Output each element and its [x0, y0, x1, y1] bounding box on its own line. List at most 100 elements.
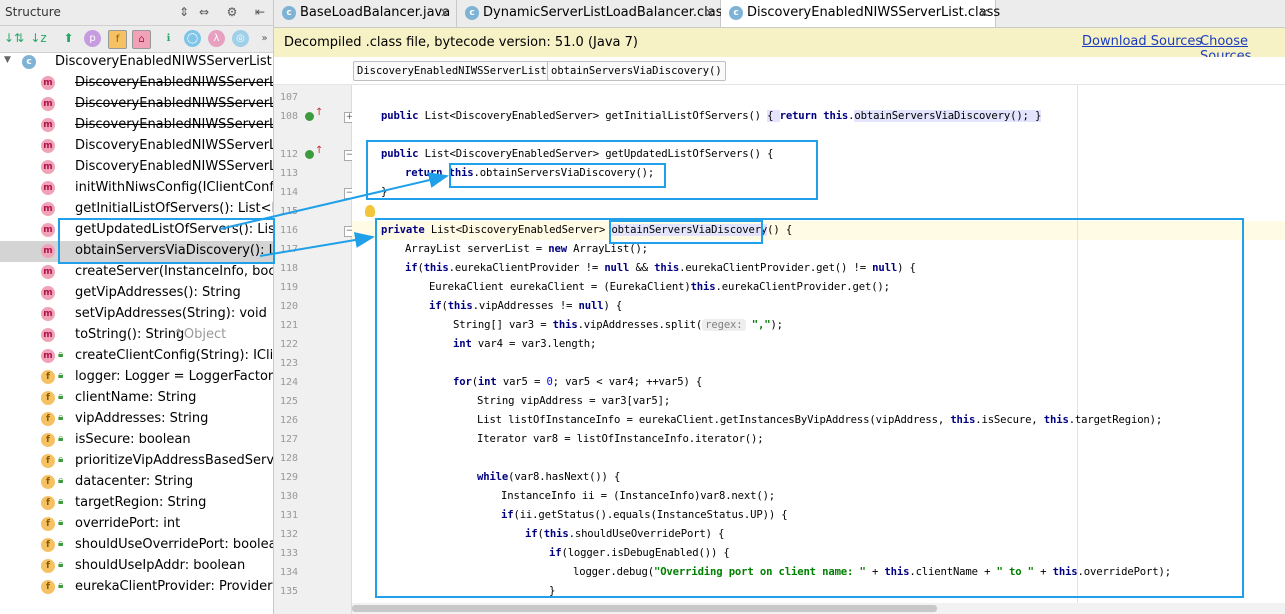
- tree-item[interactable]: m DiscoveryEnabledNIWSServerList(S: [0, 136, 273, 157]
- line-number: 127: [279, 434, 298, 445]
- line-number: 133: [279, 548, 298, 559]
- code-line-127: Iterator var8 = listOfInstanceInfo.itera…: [477, 433, 764, 445]
- collapse-all-icon[interactable]: ⇔: [196, 4, 212, 20]
- override-arrow-icon[interactable]: ↑: [315, 108, 323, 118]
- tree-item[interactable]: f 🔒︎ clientName: String: [0, 388, 273, 409]
- tree-item-label: getUpdatedListOfServers(): List<D: [75, 222, 273, 237]
- breadcrumb-method[interactable]: obtainServersViaDiscovery(): [547, 61, 726, 81]
- tree-item[interactable]: f 🔒︎ logger: Logger = LoggerFactory.g: [0, 367, 273, 388]
- tree-item-label: prioritizeVipAddressBasedServers: [75, 453, 273, 468]
- code-line-121: String[] var3 = this.vipAddresses.split(…: [453, 319, 783, 331]
- implements-marker-icon[interactable]: [305, 150, 314, 159]
- breadcrumb: DiscoveryEnabledNIWSServerList obtainSer…: [274, 57, 1285, 85]
- line-number: 132: [279, 529, 298, 540]
- tree-item-label: getInitialListOfServers(): List<Disco: [75, 201, 273, 216]
- visibility-icon: 🔒︎: [58, 475, 64, 486]
- tree-item[interactable]: m🔒︎ createClientConfig(String): IClientC: [0, 346, 273, 367]
- non-public-icon[interactable]: ⌂: [132, 30, 151, 49]
- right-margin-guide: [1077, 85, 1078, 614]
- close-icon[interactable]: ✕: [440, 6, 450, 20]
- tree-item[interactable]: m getVipAddresses(): String: [0, 283, 273, 304]
- method-icon: m: [41, 244, 55, 258]
- close-icon[interactable]: ✕: [705, 6, 715, 20]
- show-fields-icon[interactable]: f: [108, 30, 127, 49]
- line-number: 131: [279, 510, 298, 521]
- tree-item[interactable]: f 🔒︎ prioritizeVipAddressBasedServers: [0, 451, 273, 472]
- tree-item[interactable]: m obtainServersViaDiscovery(): List<: [0, 241, 273, 262]
- field-icon: f: [41, 391, 55, 405]
- sort-visibility-icon[interactable]: ↓⇅: [4, 30, 24, 47]
- breadcrumb-class[interactable]: DiscoveryEnabledNIWSServerList: [353, 61, 551, 81]
- sort-alpha-icon[interactable]: ↓z: [30, 30, 47, 47]
- tab-dynamic-server-list[interactable]: c DynamicServerListLoadBalancer.class ✕: [457, 0, 729, 27]
- field-icon: f: [41, 454, 55, 468]
- line-number: 115: [279, 206, 298, 217]
- close-icon[interactable]: ✕: [979, 6, 989, 20]
- method-icon: m: [41, 349, 55, 363]
- tree-item[interactable]: m DiscoveryEnabledNIWSServerList(: [0, 115, 273, 136]
- class-icon: c: [282, 6, 296, 20]
- implements-marker-icon[interactable]: [305, 112, 314, 121]
- lambdas-icon[interactable]: ◯: [184, 30, 201, 47]
- tree-item[interactable]: m getUpdatedListOfServers(): List<D: [0, 220, 273, 241]
- scrollbar-thumb[interactable]: [352, 605, 937, 612]
- tab-base-load-balancer[interactable]: c BaseLoadBalancer.java ✕: [274, 0, 457, 27]
- tree-item[interactable]: f 🔒︎ vipAddresses: String: [0, 409, 273, 430]
- hide-panel-icon[interactable]: ⇤: [252, 4, 268, 20]
- tree-root-label: DiscoveryEnabledNIWSServerList: [55, 54, 272, 69]
- structure-toolbar: ↓⇅ ↓z ⬆ p f ⌂ ℹ ◯ λ ◎ »: [0, 26, 273, 53]
- more-icon[interactable]: »: [256, 30, 273, 47]
- tree-expand-icon[interactable]: ▼: [4, 55, 11, 65]
- autoscroll-icon[interactable]: ◎: [232, 30, 249, 47]
- code-line-125: String vipAddress = var3[var5];: [477, 395, 671, 407]
- inherited-icon[interactable]: ⬆: [60, 30, 77, 47]
- tree-item[interactable]: m DiscoveryEnabledNIWSServerList(S: [0, 94, 273, 115]
- lambda-icon[interactable]: λ: [208, 30, 225, 47]
- properties-icon[interactable]: p: [84, 30, 101, 47]
- tree-item-label: logger: Logger = LoggerFactory.g: [75, 369, 273, 384]
- tree-item[interactable]: m setVipAddresses(String): void: [0, 304, 273, 325]
- tree-item[interactable]: m createServer(InstanceInfo, boolean: [0, 262, 273, 283]
- method-icon: m: [41, 118, 55, 132]
- expand-all-icon[interactable]: ⇕: [176, 4, 192, 20]
- tree-item-label: DiscoveryEnabledNIWSServerList(S: [75, 138, 273, 153]
- tree-item[interactable]: m getInitialListOfServers(): List<Disco: [0, 199, 273, 220]
- tree-item[interactable]: f 🔒︎ shouldUseOverridePort: boolean: [0, 535, 273, 556]
- tree-item[interactable]: m DiscoveryEnabledNIWSServerList(: [0, 73, 273, 94]
- line-number: 108: [279, 111, 298, 122]
- line-number: 124: [279, 377, 298, 388]
- lightbulb-icon[interactable]: [365, 205, 375, 217]
- field-icon: f: [41, 496, 55, 510]
- structure-title: Structure: [5, 5, 61, 19]
- tree-item-label: DiscoveryEnabledNIWSServerList(: [75, 75, 273, 90]
- tree-item[interactable]: m DiscoveryEnabledNIWSServerList(: [0, 157, 273, 178]
- code-editor[interactable]: public List<DiscoveryEnabledServer> getI…: [352, 85, 1285, 614]
- tree-item[interactable]: f 🔒︎ overridePort: int: [0, 514, 273, 535]
- override-arrow-icon[interactable]: ↑: [315, 146, 323, 156]
- tree-item-label: obtainServersViaDiscovery(): List<: [75, 243, 273, 258]
- tab-discovery-enabled[interactable]: c DiscoveryEnabledNIWSServerList.class ✕: [721, 0, 1000, 27]
- code-line-116: private List<DiscoveryEnabledServer> obt…: [381, 224, 793, 236]
- anonymous-classes-icon[interactable]: ℹ: [160, 30, 177, 47]
- line-number: 123: [279, 358, 298, 369]
- gear-icon[interactable]: ⚙: [224, 4, 240, 20]
- tree-item-label: eurekaClientProvider: Provider<Eu: [75, 579, 273, 594]
- tab-label: DynamicServerListLoadBalancer.class: [483, 5, 730, 20]
- horizontal-scrollbar[interactable]: [352, 603, 1285, 614]
- tree-item[interactable]: m toString(): String ↑Object: [0, 325, 273, 346]
- tree-item[interactable]: f🔒︎ eurekaClientProvider: Provider<Eu: [0, 577, 273, 598]
- tree-item-label: DiscoveryEnabledNIWSServerList(: [75, 159, 273, 174]
- tree-item[interactable]: f 🔒︎ targetRegion: String: [0, 493, 273, 514]
- download-sources-link[interactable]: Download Sources: [1082, 34, 1202, 49]
- visibility-icon: 🔒︎: [58, 496, 64, 507]
- tree-item[interactable]: m initWithNiwsConfig(IClientConfig):: [0, 178, 273, 199]
- tree-root[interactable]: ▼ c DiscoveryEnabledNIWSServerList: [0, 52, 273, 73]
- code-line-134: logger.debug("Overriding port on client …: [573, 566, 1171, 578]
- visibility-icon: 🔒︎: [58, 517, 64, 528]
- tree-item[interactable]: f 🔒︎ datacenter: String: [0, 472, 273, 493]
- notice-message: Decompiled .class file, bytecode version…: [284, 35, 638, 50]
- line-number: 113: [279, 168, 298, 179]
- tree-item[interactable]: f 🔒︎ shouldUseIpAddr: boolean: [0, 556, 273, 577]
- visibility-icon: 🔒︎: [58, 559, 64, 570]
- tree-item[interactable]: f 🔒︎ isSecure: boolean: [0, 430, 273, 451]
